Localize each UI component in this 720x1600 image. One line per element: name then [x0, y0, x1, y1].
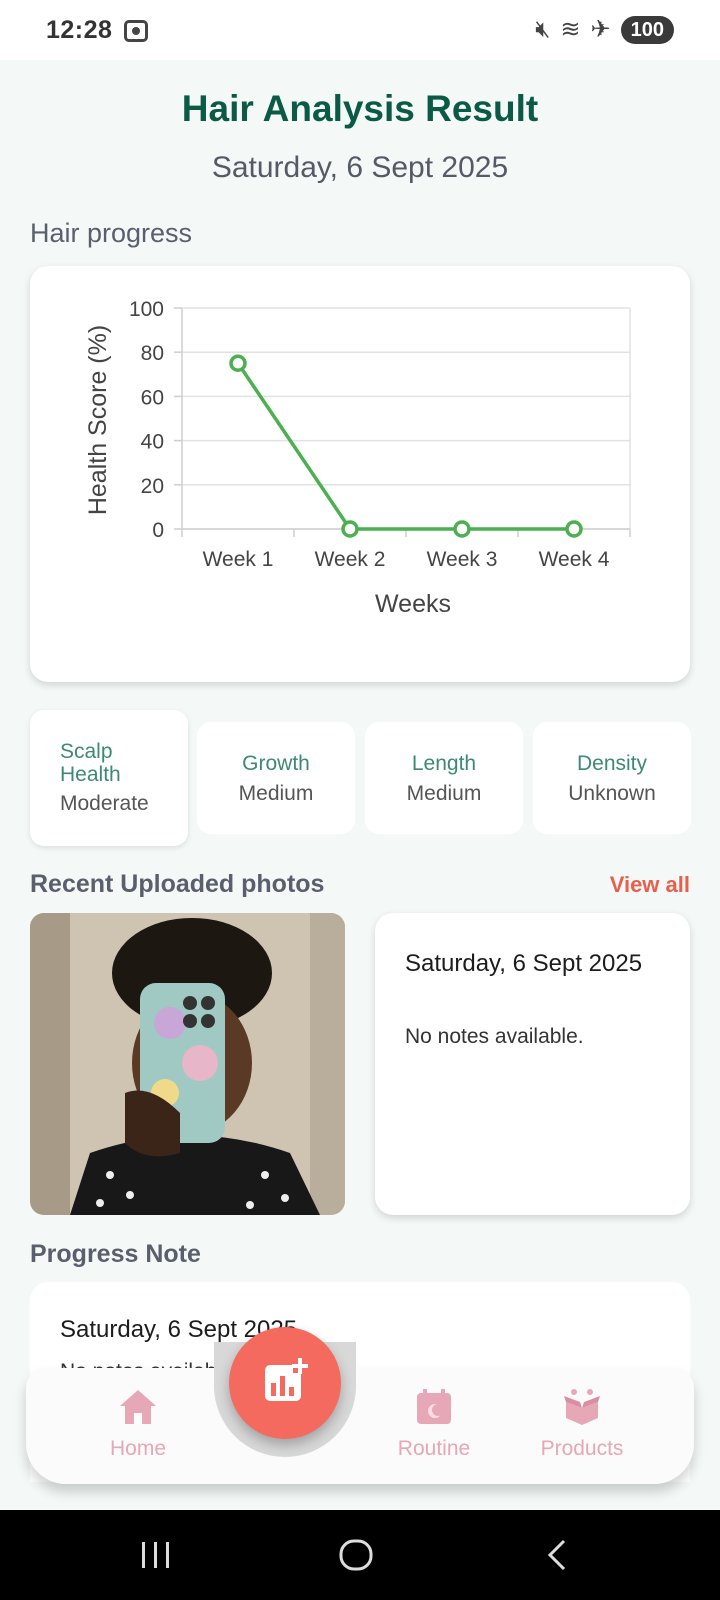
- y-tick-label: 20: [141, 475, 164, 498]
- y-tick-label: 0: [152, 519, 164, 542]
- y-tick-label: 40: [141, 431, 164, 454]
- x-tick-label: Week 2: [315, 548, 386, 571]
- nav-home-label: Home: [109, 1437, 167, 1460]
- view-all-link[interactable]: View all: [610, 872, 690, 898]
- data-point: [453, 520, 471, 538]
- page-title: Hair Analysis Result: [181, 88, 539, 129]
- metric-label: Scalp Health: [60, 740, 121, 786]
- airplane-icon: ✈: [590, 16, 611, 43]
- chart-grid: [174, 307, 631, 530]
- metric-value: Medium: [238, 782, 314, 805]
- hair-progress-chart-card: 0 20 40 60 80 100 Week 1 Week 2 Week 3 Week 4 We…: [30, 266, 690, 682]
- uploaded-photo-thumbnail[interactable]: [30, 913, 345, 1215]
- x-tick-label: Week 4: [539, 548, 610, 571]
- hair-progress-chart: 0 20 40 60 80 100 Week 1 Week 2 Week 3 Week 4 We…: [84, 298, 631, 618]
- data-point: [229, 354, 247, 372]
- x-tick-label: Week 3: [427, 548, 498, 571]
- photo-note-card[interactable]: Saturday, 6 Sept 2025 No notes available…: [375, 913, 690, 1215]
- progress-note-label: Progress Note: [30, 1240, 201, 1268]
- system-navigation-bar: [0, 1510, 720, 1600]
- status-icons: 🔇︎ ≋ ✈ 100: [535, 15, 674, 45]
- analysis-fab-button[interactable]: [229, 1327, 341, 1439]
- series-line: [236, 362, 574, 531]
- metric-scalp-health[interactable]: Scalp Health Moderate: [30, 710, 188, 846]
- series-points: [229, 354, 583, 538]
- wifi-icon: ≋: [560, 16, 581, 43]
- uploaded-photo-image: [30, 913, 345, 1215]
- recent-photos-label: Recent Uploaded photos: [30, 870, 325, 898]
- metric-value: Unknown: [568, 782, 656, 805]
- y-tick-label: 100: [129, 298, 164, 321]
- metric-value: Medium: [406, 782, 482, 805]
- metric-label: Length: [411, 752, 477, 775]
- screenshot-icon: [124, 20, 148, 42]
- nav-home[interactable]: Home: [78, 1388, 198, 1461]
- status-time: 12:28: [46, 16, 113, 44]
- box-icon: [564, 1389, 600, 1425]
- y-axis-label: Health Score (%): [84, 325, 112, 515]
- x-axis-label: Weeks: [375, 590, 451, 618]
- nav-products-label: Products: [540, 1437, 624, 1460]
- metric-label: Growth: [242, 752, 310, 775]
- data-point: [565, 520, 583, 538]
- chart-x-ticks: Week 1 Week 2 Week 3 Week 4: [181, 529, 631, 571]
- page-date: Saturday, 6 Sept 2025: [211, 151, 509, 184]
- calendar-icon: [417, 1389, 451, 1424]
- photo-note-date: Saturday, 6 Sept 2025: [405, 950, 643, 977]
- hair-progress-label: Hair progress: [30, 218, 193, 248]
- nav-routine-label: Routine: [397, 1437, 471, 1460]
- metric-value: Moderate: [60, 792, 149, 815]
- nav-routine[interactable]: Routine: [374, 1388, 494, 1461]
- x-tick-label: Week 1: [203, 548, 274, 571]
- recents-icon[interactable]: [138, 1538, 174, 1572]
- metric-density[interactable]: Density Unknown: [533, 722, 691, 834]
- status-bar: 12:28 🔇︎ ≋ ✈ 100: [0, 0, 720, 60]
- nav-products[interactable]: Products: [522, 1388, 642, 1461]
- home-icon: [120, 1390, 156, 1424]
- back-icon[interactable]: [540, 1538, 576, 1572]
- chart-y-ticks: 0 20 40 60 80 100: [129, 298, 164, 542]
- metric-length[interactable]: Length Medium: [365, 722, 523, 834]
- mute-icon: 🔇︎: [535, 16, 551, 43]
- metric-label: Density: [576, 752, 648, 775]
- photo-note-text: No notes available.: [405, 1025, 584, 1048]
- data-point: [341, 520, 359, 538]
- home-button-icon[interactable]: [338, 1538, 374, 1572]
- y-tick-label: 60: [141, 386, 164, 409]
- y-tick-label: 80: [141, 342, 164, 365]
- battery-indicator: 100: [620, 16, 674, 44]
- add-chart-icon: [265, 1358, 308, 1401]
- metric-growth[interactable]: Growth Medium: [197, 722, 355, 834]
